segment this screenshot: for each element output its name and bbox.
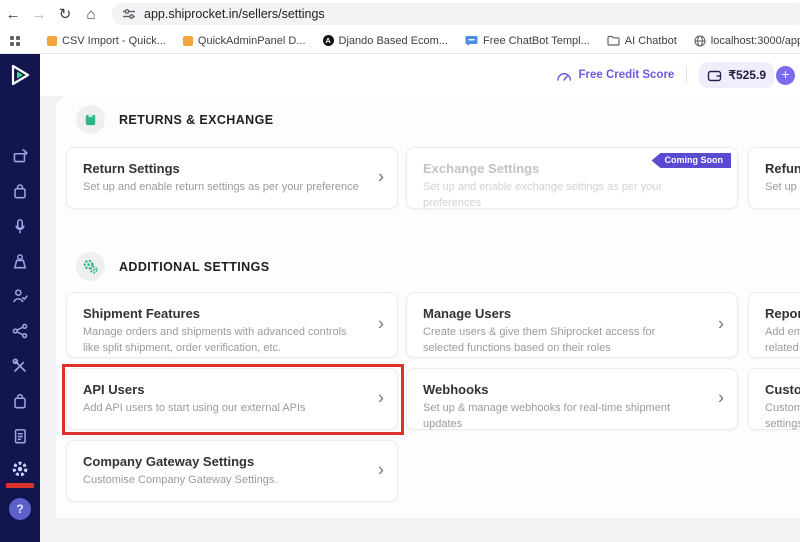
card-company-gateway-settings[interactable]: Company Gateway Settings Customise Compa…	[66, 440, 398, 502]
card-desc: Create users & give them Shiprocket acce…	[423, 325, 699, 357]
card-title: API Users	[83, 382, 359, 397]
globe-icon	[694, 35, 706, 47]
chevron-right-icon: ›	[718, 388, 724, 409]
wallet-balance[interactable]: ₹525.9	[699, 62, 774, 88]
bookmark-label: Djando Based Ecom...	[339, 35, 448, 47]
card-desc: settings.	[765, 417, 800, 433]
browser-window: ← → ↻ ⌂ app.shiprocket.in/sellers/settin…	[0, 0, 800, 542]
address-bar[interactable]: app.shiprocket.in/sellers/settings	[112, 3, 800, 25]
reload-icon[interactable]: ↻	[52, 5, 78, 23]
card-title: Manage Users	[423, 306, 699, 321]
sidebar-item-shipments[interactable]	[10, 146, 30, 166]
bookmark-label: QuickAdminPanel D...	[198, 35, 306, 47]
chevron-right-icon: ›	[378, 388, 384, 409]
sidebar-item-tools[interactable]	[10, 356, 30, 376]
bookmarks-bar: CSV Import - Quick... QuickAdminPanel D.…	[0, 28, 800, 54]
bookmark-item[interactable]: A Djando Based Ecom...	[323, 35, 448, 47]
orange-square-icon	[47, 36, 57, 46]
orange-square-icon	[183, 36, 193, 46]
card-title: Webhooks	[423, 382, 699, 397]
browser-nav-bar: ← → ↻ ⌂ app.shiprocket.in/sellers/settin…	[0, 0, 800, 28]
blue-chat-icon	[465, 35, 478, 47]
annotation-red-underline	[6, 483, 34, 488]
card-desc: Manage orders and shipments with advance…	[83, 325, 359, 357]
card-desc: Add email	[765, 325, 800, 341]
chevron-right-icon: ›	[378, 314, 384, 335]
section-title: RETURNS & EXCHANGE	[119, 113, 273, 127]
chevron-right-icon: ›	[718, 314, 724, 335]
card-reports[interactable]: Reports Add email related con	[748, 292, 800, 358]
folder-icon	[607, 35, 620, 46]
card-desc: Set up and	[765, 180, 800, 196]
card-return-settings[interactable]: Return Settings Set up and enable return…	[66, 147, 398, 209]
card-webhooks[interactable]: Webhooks Set up & manage webhooks for re…	[406, 368, 738, 430]
sidebar-item-integrations[interactable]	[10, 321, 30, 341]
coming-soon-badge: Coming Soon	[652, 153, 732, 168]
chevron-right-icon: ›	[378, 460, 384, 481]
wallet-icon	[707, 69, 722, 82]
url-text: app.shiprocket.in/sellers/settings	[144, 7, 325, 21]
card-desc: Add API users to start using our externa…	[83, 401, 359, 417]
credit-score-label: Free Credit Score	[578, 69, 674, 81]
card-desc: Customise	[765, 401, 800, 417]
credit-gauge-icon	[556, 69, 572, 82]
chevron-right-icon: ›	[378, 167, 384, 188]
bookmark-item[interactable]: localhost:3000/apps...	[694, 35, 800, 47]
bookmark-item[interactable]: Free ChatBot Templ...	[465, 35, 590, 47]
bookmark-label: Free ChatBot Templ...	[483, 35, 590, 47]
card-title: Company Gateway Settings	[83, 454, 359, 469]
card-exchange-settings[interactable]: Exchange Settings Set up and enable exch…	[406, 147, 738, 209]
site-settings-icon[interactable]	[122, 7, 136, 21]
section-additional-settings: ADDITIONAL SETTINGS	[76, 252, 269, 281]
bookmark-label: CSV Import - Quick...	[62, 35, 166, 47]
bookmark-item[interactable]: QuickAdminPanel D...	[183, 35, 306, 47]
card-customise[interactable]: Customis Customise settings.	[748, 368, 800, 430]
divider	[686, 66, 687, 84]
back-icon[interactable]: ←	[0, 6, 26, 23]
wallet-amount: ₹525.9	[728, 68, 766, 82]
card-title: Customis	[765, 382, 800, 397]
shiprocket-logo-icon[interactable]	[7, 62, 33, 88]
sidebar-item-settings[interactable]	[10, 459, 30, 479]
black-circle-a-icon: A	[323, 35, 334, 46]
card-desc: related con	[765, 341, 800, 357]
card-desc: Set up and enable exchange settings as p…	[423, 180, 699, 212]
returns-section-icon	[76, 105, 105, 134]
card-shipment-features[interactable]: Shipment Features Manage orders and ship…	[66, 292, 398, 358]
help-icon[interactable]: ?	[9, 498, 31, 520]
forward-icon[interactable]: →	[26, 6, 52, 23]
app-sidebar: ?	[0, 54, 40, 542]
bookmark-item[interactable]: AI Chatbot	[607, 35, 677, 47]
sidebar-item-buyer-experience[interactable]	[10, 286, 30, 306]
card-refund-settings[interactable]: Refund S Set up and	[748, 147, 800, 209]
page-header: Free Credit Score ₹525.9 +	[40, 54, 800, 96]
sidebar-item-weight-discrepancy[interactable]	[10, 251, 30, 271]
bookmark-item[interactable]: CSV Import - Quick...	[47, 35, 166, 47]
card-desc: Set up and enable return settings as per…	[83, 180, 359, 196]
card-title: Reports	[765, 306, 800, 321]
bookmark-label: localhost:3000/apps...	[711, 35, 800, 47]
sidebar-item-megaphone[interactable]	[10, 216, 30, 236]
free-credit-score-button[interactable]: Free Credit Score	[556, 69, 674, 82]
section-returns-exchange: RETURNS & EXCHANGE	[76, 105, 273, 134]
gears-section-icon	[76, 252, 105, 281]
bookmark-label: AI Chatbot	[625, 35, 677, 47]
card-title: Shipment Features	[83, 306, 359, 321]
apps-grid-icon[interactable]	[10, 36, 20, 46]
sidebar-item-billing-documents[interactable]	[10, 426, 30, 446]
sidebar-item-returns[interactable]	[10, 181, 30, 201]
add-funds-button[interactable]: +	[776, 66, 795, 85]
card-desc: Set up & manage webhooks for real-time s…	[423, 401, 699, 433]
card-title: Refund S	[765, 161, 800, 176]
section-title: ADDITIONAL SETTINGS	[119, 260, 269, 274]
card-api-users[interactable]: API Users Add API users to start using o…	[66, 368, 398, 430]
home-icon[interactable]: ⌂	[78, 6, 104, 23]
card-desc: Customise Company Gateway Settings.	[83, 473, 359, 489]
card-title: Return Settings	[83, 161, 359, 176]
card-manage-users[interactable]: Manage Users Create users & give them Sh…	[406, 292, 738, 358]
sidebar-item-products[interactable]	[10, 391, 30, 411]
